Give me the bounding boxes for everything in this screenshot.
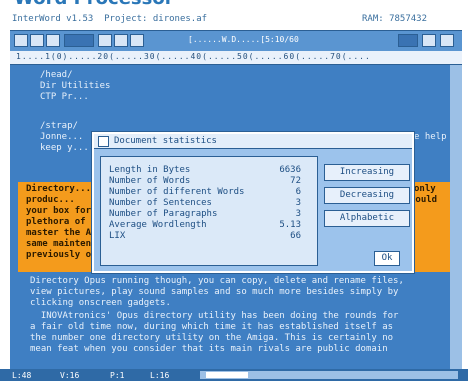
- status-column: V:16: [60, 371, 80, 380]
- doc-line: keep y...: [40, 143, 89, 153]
- sort-decreasing-button[interactable]: Decreasing: [324, 187, 410, 204]
- statistics-list: Length in Bytes 6636 Number of Words 72 …: [100, 156, 318, 266]
- stat-value: 3: [295, 209, 301, 219]
- toolbar-field: [......W.D.....[5:10/60: [188, 35, 299, 44]
- dialog-titlebar[interactable]: Document statistics: [94, 134, 412, 149]
- stat-value: 6: [295, 187, 301, 197]
- stat-label: Number of Paragraphs: [109, 209, 218, 219]
- stat-label: Length in Bytes: [109, 165, 191, 175]
- justify-icon[interactable]: [422, 34, 436, 47]
- ram-readout: RAM: 7857432: [362, 14, 428, 24]
- stat-value: 6636: [279, 165, 301, 175]
- ruler-ticks: 1....1(0).....20(.....30(.....40(.....50…: [16, 52, 371, 61]
- selected-fragment: could: [410, 195, 438, 205]
- selected-fragment: only: [414, 184, 436, 194]
- dialog-title: Document statistics: [114, 136, 217, 146]
- ok-button[interactable]: Ok: [374, 251, 400, 266]
- doc-line: mean feat when you consider that its mai…: [30, 344, 388, 354]
- toolbar: [......W.D.....[5:10/60: [10, 30, 462, 52]
- stat-value: 3: [295, 198, 301, 208]
- stat-label: Number of Sentences: [109, 198, 212, 208]
- status-page: P:1: [110, 371, 125, 380]
- open-doc-icon[interactable]: [30, 34, 44, 47]
- doc-line: CTP Pr...: [40, 92, 89, 102]
- stat-value: 5.13: [279, 220, 301, 230]
- window-titlebar: InterWord v1.53 Project: dirones.af RAM:…: [0, 8, 468, 30]
- style-icon[interactable]: [398, 34, 418, 47]
- close-icon[interactable]: [98, 136, 109, 147]
- window-title: InterWord v1.53 Project: dirones.af: [12, 14, 208, 24]
- document-area[interactable]: /head/ Dir Utilities CTP Pr... /strap/ J…: [10, 65, 462, 369]
- status-line: L:48: [12, 371, 32, 380]
- doc-line: Jonne...: [40, 132, 84, 142]
- selected-line: produc...: [26, 195, 75, 205]
- sort-increasing-button[interactable]: Increasing: [324, 164, 410, 181]
- headline-text: Word Processor: [14, 0, 174, 8]
- print-icon[interactable]: [98, 34, 112, 47]
- copy-icon[interactable]: [114, 34, 128, 47]
- sort-alphabetic-button[interactable]: Alphabetic: [324, 210, 410, 227]
- doc-line: INOVAtronics' Opus directory utility has…: [30, 311, 399, 321]
- doc-line: Directory Opus running though, you can c…: [30, 276, 404, 286]
- doc-line: the number one directory utility on the …: [30, 333, 394, 343]
- document-statistics-dialog: Document statistics Length in Bytes 6636…: [92, 132, 414, 273]
- scroll-thumb[interactable]: [206, 372, 248, 378]
- stat-label: LIX: [109, 231, 126, 241]
- grid-icon[interactable]: [64, 34, 94, 47]
- paste-icon[interactable]: [130, 34, 144, 47]
- doc-line: Dir Utilities: [40, 81, 111, 91]
- selected-line: Directory...: [26, 184, 92, 194]
- doc-line: /head/: [40, 70, 73, 80]
- doc-line: clicking onscreen gadgets.: [30, 298, 171, 308]
- stat-label: Number of different Words: [109, 187, 245, 197]
- stat-label: Average Wordlength: [109, 220, 207, 230]
- doc-line: /strap/: [40, 121, 78, 131]
- align-icon[interactable]: [440, 34, 454, 47]
- save-doc-icon[interactable]: [46, 34, 60, 47]
- doc-fragment: e help: [414, 132, 447, 142]
- doc-line: a fair old time now, during which time i…: [30, 322, 394, 332]
- headline-fragment: Word Processor: [0, 0, 468, 8]
- status-bar: L:48 V:16 P:1 L:16: [0, 369, 468, 381]
- status-mode: L:16: [150, 371, 170, 380]
- new-doc-icon[interactable]: [14, 34, 28, 47]
- horizontal-scrollbar[interactable]: [200, 371, 458, 379]
- doc-line: view pictures, play sound samples and so…: [30, 287, 399, 297]
- stat-label: Number of Words: [109, 176, 191, 186]
- stat-value: 72: [290, 176, 301, 186]
- stat-value: 66: [290, 231, 301, 241]
- vertical-scrollbar[interactable]: [450, 65, 462, 369]
- ruler[interactable]: 1....1(0).....20(.....30(.....40(.....50…: [10, 51, 462, 65]
